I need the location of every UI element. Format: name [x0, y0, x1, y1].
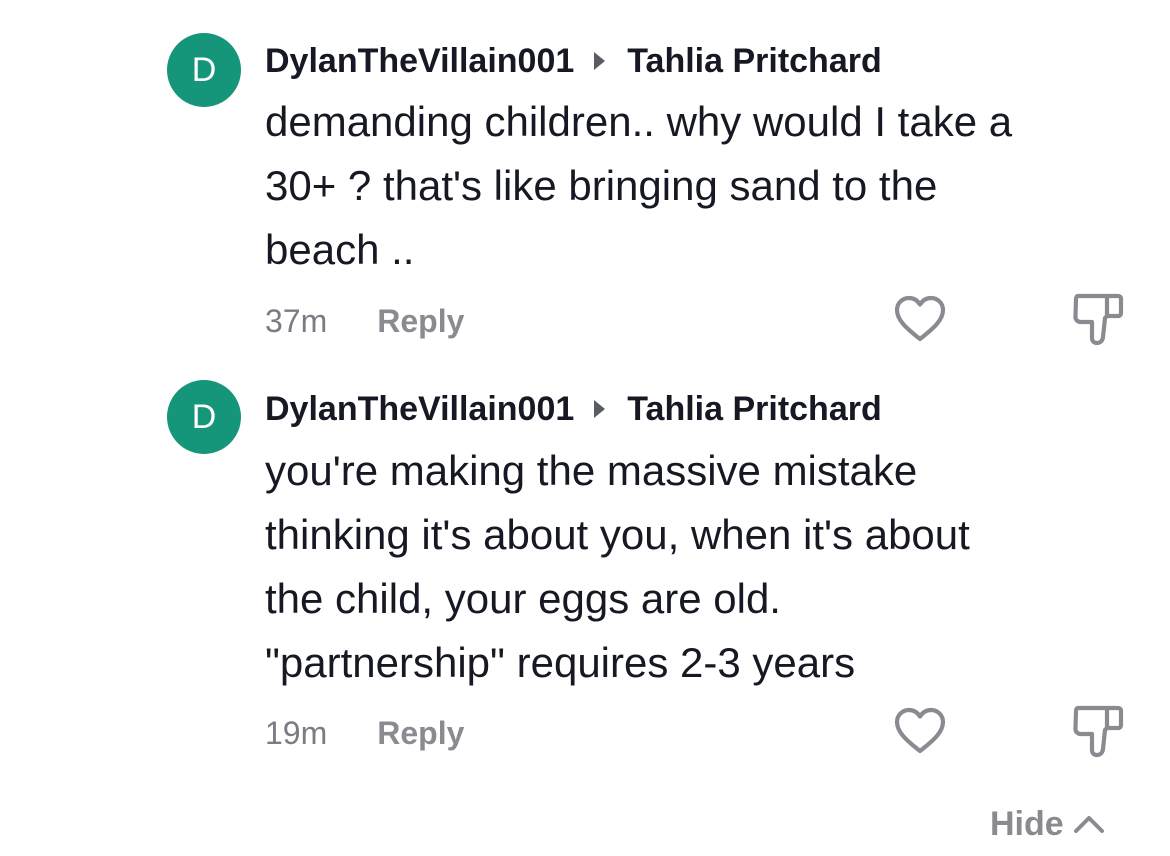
author-name[interactable]: DylanTheVillain001: [265, 42, 574, 81]
comment-meta: 19m Reply: [265, 711, 464, 755]
thumbs-down-icon[interactable]: [1070, 291, 1126, 347]
hide-label: Hide: [990, 804, 1064, 843]
avatar-letter: D: [191, 397, 217, 436]
comment-item: D DylanTheVillain001 Tahlia Pritchard yo…: [0, 360, 1170, 780]
heart-icon[interactable]: [892, 291, 948, 347]
thumbs-down-icon[interactable]: [1070, 703, 1126, 759]
comment-item: D DylanTheVillain001 Tahlia Pritchard de…: [0, 0, 1170, 360]
avatar[interactable]: D: [167, 380, 241, 454]
author-name[interactable]: DylanTheVillain001: [265, 390, 574, 429]
comment-header: DylanTheVillain001 Tahlia Pritchard: [265, 39, 882, 83]
hide-replies-button[interactable]: Hide: [990, 800, 1106, 848]
heart-icon[interactable]: [892, 703, 948, 759]
comment-header: DylanTheVillain001 Tahlia Pritchard: [265, 387, 882, 431]
avatar-letter: D: [191, 50, 217, 89]
reply-button[interactable]: Reply: [377, 303, 464, 340]
comment-meta: 37m Reply: [265, 299, 464, 343]
comment-time: 37m: [265, 302, 328, 339]
chevron-up-icon: [1073, 816, 1104, 833]
reply-arrow-icon: [594, 52, 606, 70]
comment-text: demanding children.. why would I take a …: [265, 98, 1013, 273]
reply-to-name[interactable]: Tahlia Pritchard: [627, 390, 881, 429]
comment-text: you're making the massive mistake thinki…: [265, 447, 970, 686]
reply-button[interactable]: Reply: [377, 715, 464, 752]
avatar[interactable]: D: [167, 33, 241, 107]
reply-to-name[interactable]: Tahlia Pritchard: [627, 42, 881, 81]
reply-arrow-icon: [594, 400, 606, 418]
comment-time: 19m: [265, 714, 328, 751]
